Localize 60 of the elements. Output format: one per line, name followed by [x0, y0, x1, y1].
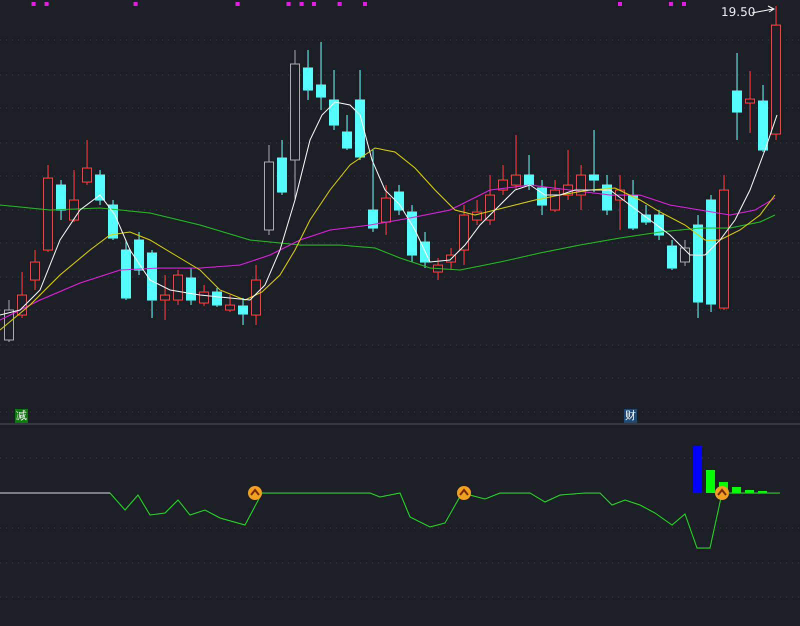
candlestick: [342, 114, 352, 150]
candlestick: [563, 150, 573, 200]
candlestick: [394, 184, 404, 216]
signal-label: 财: [624, 409, 637, 423]
candlestick: [329, 70, 339, 130]
candlestick: [147, 250, 157, 318]
candlestick: [550, 180, 560, 212]
candlestick: [420, 232, 430, 268]
candlestick: [576, 164, 586, 210]
candlestick: [641, 204, 651, 226]
candlestick: [212, 288, 222, 308]
candlestick: [433, 258, 443, 280]
up-chevron-icon: [248, 486, 262, 500]
histogram-bar: [732, 487, 741, 493]
candlestick: [407, 204, 417, 262]
candlestick: [745, 70, 755, 134]
candlestick: [498, 164, 508, 196]
candlestick: [316, 42, 326, 110]
candlestick: [186, 268, 196, 306]
candlestick: [225, 294, 235, 312]
candlestick: [602, 174, 612, 216]
candlestick: [69, 170, 79, 222]
up-chevron-icon: [457, 486, 471, 500]
candlestick: [537, 180, 547, 216]
candlestick: [511, 134, 521, 190]
histogram-bar: [706, 470, 715, 493]
candlestick: [654, 210, 664, 240]
candlestick: [108, 200, 118, 240]
candlestick: [524, 154, 534, 190]
candlestick: [17, 272, 27, 318]
candlestick: [667, 240, 677, 270]
histogram-bar: [745, 490, 754, 493]
candlestick: [121, 240, 131, 300]
candlestick: [251, 264, 261, 326]
histogram-bar: [693, 446, 702, 493]
candlestick: [381, 184, 391, 236]
candlestick: [134, 232, 144, 276]
candlestick: [30, 250, 40, 290]
candlestick: [95, 170, 105, 206]
candlestick: [56, 180, 66, 220]
candlestick: [485, 174, 495, 226]
candlestick: [628, 180, 638, 230]
candlestick: [199, 284, 209, 306]
candlestick: [459, 204, 469, 266]
candlestick: [758, 84, 768, 152]
candlestick: [277, 140, 287, 196]
signal-label: 减: [15, 409, 28, 423]
candlestick: [472, 200, 482, 226]
up-chevron-icon: [715, 486, 729, 500]
candlestick: [173, 270, 183, 306]
candlestick: [589, 130, 599, 192]
candlestick: [82, 140, 92, 186]
candlestick: [238, 298, 248, 326]
candlestick: [303, 50, 313, 100]
price-label: 19.50: [721, 5, 756, 19]
candlestick: [680, 240, 690, 266]
candlestick: [160, 274, 170, 320]
candlestick: [615, 174, 625, 230]
candlestick: [4, 300, 14, 342]
candlestick: [446, 248, 456, 270]
